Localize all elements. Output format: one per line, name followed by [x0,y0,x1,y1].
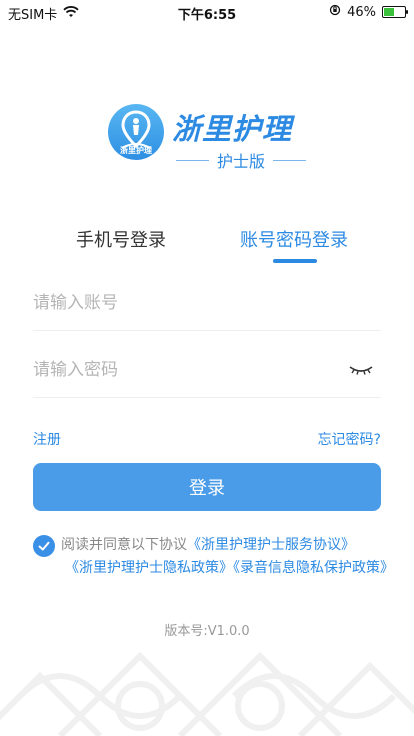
background-pattern [0,651,414,736]
account-field [33,276,381,331]
check-icon [38,541,50,551]
app-subtitle-text: 护士版 [217,152,266,171]
status-bar: 无SIM卡 下午6:55 46% [0,0,414,24]
register-link[interactable]: 注册 [33,429,61,449]
battery-percent: 46% [347,4,376,20]
app-subtitle: 护士版 [176,148,307,172]
account-input[interactable] [33,276,333,330]
app-logo: 浙里护理 浙里护理 护士版 [108,104,318,174]
login-tabs: 手机号登录 账号密码登录 [0,226,414,266]
divider [176,159,209,161]
app-title: 浙里护理 [172,112,293,146]
tab-phone-login[interactable]: 手机号登录 [76,226,166,252]
login-button[interactable]: 登录 [33,463,381,511]
orientation-lock-icon [329,4,341,20]
divider [273,159,307,161]
password-field [33,343,381,398]
password-input[interactable] [33,343,333,397]
agreement-checkbox[interactable] [33,535,55,557]
service-agreement-link[interactable]: 《浙里护理护士服务协议》 [187,537,355,553]
forgot-password-link[interactable]: 忘记密码? [318,429,381,449]
logo-badge-text: 浙里护理 [120,146,152,155]
eye-closed-icon[interactable] [347,360,375,380]
active-tab-indicator [273,259,317,263]
privacy-policy-link[interactable]: 《浙里护理护士隐私政策》 [65,560,233,576]
battery-icon [382,6,408,18]
tab-account-login[interactable]: 账号密码登录 [240,226,348,252]
agreement-prefix: 阅读并同意以下协议 [61,537,187,553]
logo-badge-icon: 浙里护理 [108,104,164,160]
auth-links: 注册 忘记密码? [33,429,381,449]
recording-privacy-link[interactable]: 《录音信息隐私保护政策》 [233,560,394,576]
